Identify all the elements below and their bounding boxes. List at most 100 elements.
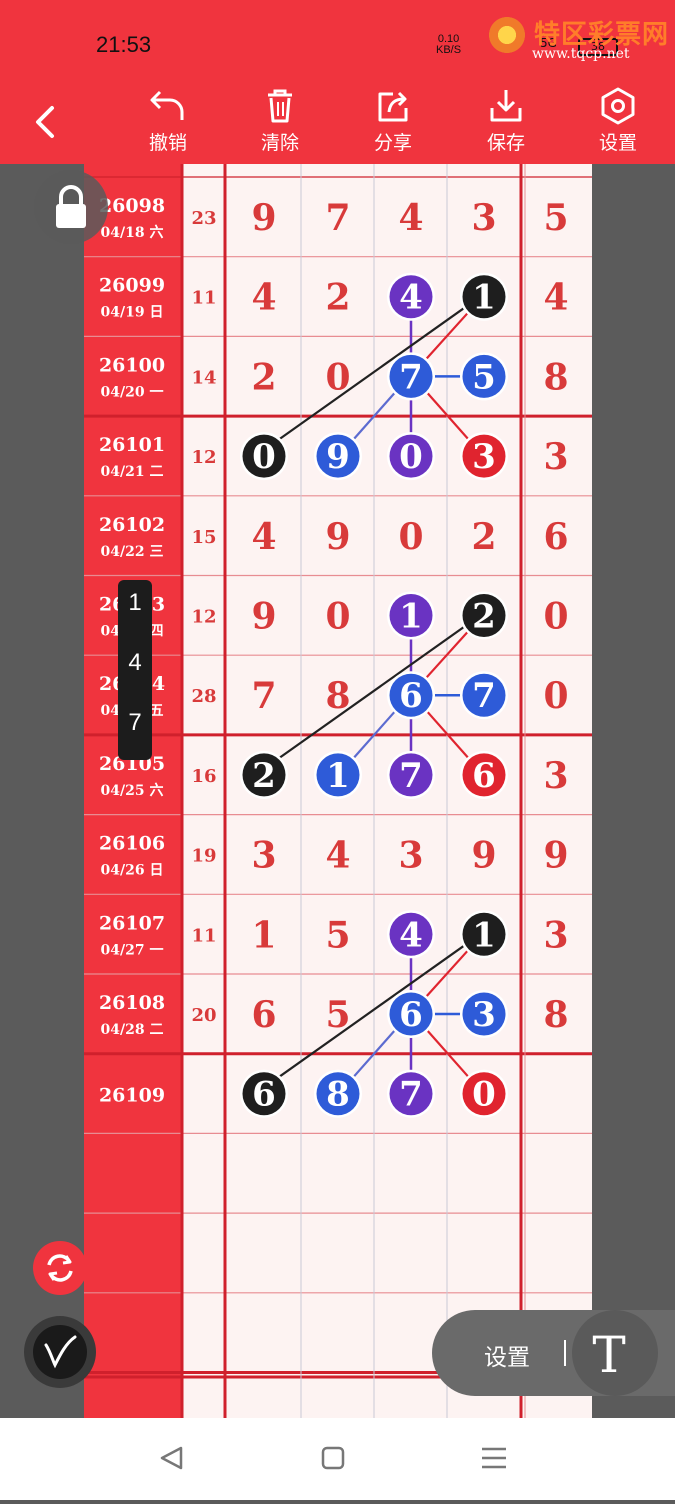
digit-value[interactable]: 2 (471, 516, 496, 558)
digit-value[interactable]: 3 (471, 197, 496, 239)
issue-date: 04/25 六 (101, 782, 164, 799)
download-icon (490, 90, 522, 122)
digit-value[interactable]: 8 (326, 1075, 350, 1115)
watermark-logo-icon (486, 14, 528, 56)
sum-value: 28 (191, 686, 216, 707)
nav-home-icon[interactable] (321, 1446, 345, 1470)
share-icon (378, 91, 408, 122)
back-button[interactable] (28, 102, 64, 142)
digit-value[interactable]: 9 (251, 596, 276, 638)
digit-value[interactable]: 6 (252, 1075, 276, 1115)
digit-value[interactable]: 4 (325, 835, 350, 877)
settings-label: 设置 (598, 132, 637, 154)
issue-date: 04/19 日 (101, 305, 164, 321)
digit-value[interactable]: 6 (251, 994, 276, 1036)
digit-value[interactable]: 1 (472, 278, 496, 318)
undo-button[interactable]: 撤销 (128, 82, 208, 164)
extra-digit: 6 (543, 516, 568, 558)
issue-date: 04/22 三 (101, 544, 164, 560)
digit-value[interactable]: 2 (472, 597, 496, 637)
digit-value[interactable]: 4 (398, 197, 423, 239)
issue-number: 26100 (99, 354, 165, 376)
digit-value[interactable]: 0 (398, 516, 423, 558)
nav-buttons (160, 1446, 506, 1470)
settings-pill[interactable]: 设置 T (432, 1310, 675, 1396)
digit-value[interactable]: 6 (472, 756, 496, 796)
digit-value[interactable]: 7 (251, 675, 276, 717)
sum-value: 15 (191, 527, 216, 548)
grid-canvas[interactable]: 2609804/18 六23 9 7 4 3 52609904/19 日11 4 2 4 1 426… (84, 164, 592, 1418)
digit-value[interactable]: 0 (252, 437, 276, 477)
digit-value[interactable]: 9 (471, 835, 496, 877)
lock-button[interactable] (34, 170, 108, 244)
digit-value[interactable]: 4 (251, 277, 276, 319)
extra-digit: 3 (543, 436, 568, 478)
digit-value[interactable]: 8 (325, 675, 350, 717)
digit-value[interactable]: 6 (399, 995, 423, 1035)
sum-value: 23 (191, 208, 216, 229)
extra-digit: 0 (543, 596, 568, 638)
refresh-button[interactable] (33, 1241, 87, 1295)
selector-number[interactable]: 4 (118, 640, 152, 700)
pill-settings-label[interactable]: 设置 (484, 1338, 530, 1372)
save-button[interactable]: 保存 (466, 82, 546, 164)
extra-digit: 4 (543, 277, 568, 319)
digit-value[interactable]: 1 (399, 597, 423, 637)
issue-number: 26108 (99, 992, 165, 1014)
pen-mode-button[interactable] (24, 1316, 96, 1388)
clear-label: 清除 (260, 132, 299, 154)
share-button[interactable]: 分享 (353, 82, 433, 164)
digit-value[interactable]: 3 (251, 835, 276, 877)
lottery-trend-grid[interactable]: 26098 04/18 六 23 9 7 4 3 5 26099 04/19 日 11 4 2 4 1 4 26… (84, 164, 592, 1418)
digit-value[interactable]: 0 (399, 437, 423, 477)
digit-value[interactable]: 7 (399, 1075, 423, 1115)
issue-date: 04/20 一 (101, 384, 164, 400)
digit-value[interactable]: 2 (251, 356, 276, 398)
issue-date: 04/21 二 (101, 464, 164, 480)
digit-value[interactable]: 9 (251, 197, 276, 239)
digit-value[interactable]: 7 (472, 676, 496, 716)
toolbar: 撤销 清除 分享 保存 设置 (0, 82, 675, 164)
digit-value[interactable]: 3 (472, 437, 496, 477)
digit-value[interactable]: 3 (472, 995, 496, 1035)
clear-button[interactable]: 清除 (240, 82, 320, 164)
digit-value[interactable]: 9 (325, 516, 350, 558)
issue-date: 04/28 二 (101, 1022, 164, 1038)
issue-number: 26099 (99, 275, 165, 297)
digit-value[interactable]: 0 (472, 1075, 496, 1115)
lock-icon (56, 185, 86, 228)
digit-value[interactable]: 0 (325, 356, 350, 398)
digit-value[interactable]: 4 (399, 915, 423, 955)
digit-value[interactable]: 5 (325, 914, 350, 956)
svg-text:T: T (592, 1326, 625, 1384)
pen-button-inner (33, 1325, 87, 1379)
extra-digit: 9 (543, 835, 568, 877)
undo-icon (150, 90, 184, 120)
digit-value[interactable]: 3 (398, 835, 423, 877)
digit-value[interactable]: 7 (399, 357, 423, 397)
chevron-left-icon (36, 106, 54, 138)
text-tool-button[interactable]: T (572, 1310, 658, 1396)
nav-menu-icon[interactable] (482, 1447, 506, 1469)
undo-label: 撤销 (148, 132, 187, 154)
digit-value[interactable]: 4 (251, 516, 276, 558)
digit-value[interactable]: 2 (325, 277, 350, 319)
digit-value[interactable]: 9 (326, 437, 350, 477)
digit-value[interactable]: 1 (251, 914, 276, 956)
selector-number[interactable]: 7 (118, 700, 152, 760)
digit-value[interactable]: 4 (399, 278, 423, 318)
digit-value[interactable]: 2 (252, 756, 276, 796)
digit-value[interactable]: 7 (399, 756, 423, 796)
number-selector-popup[interactable]: 1 4 7 (118, 580, 152, 760)
digit-value[interactable]: 5 (472, 357, 496, 397)
nav-back-icon[interactable] (160, 1446, 183, 1470)
digit-value[interactable]: 6 (399, 676, 423, 716)
settings-button[interactable]: 设置 (578, 82, 658, 164)
digit-value[interactable]: 5 (325, 994, 350, 1036)
digit-value[interactable]: 7 (325, 197, 350, 239)
digit-value[interactable]: 0 (325, 596, 350, 638)
pen-signature-icon (44, 1335, 77, 1369)
digit-value[interactable]: 1 (472, 915, 496, 955)
selector-number[interactable]: 1 (118, 580, 152, 640)
digit-value[interactable]: 1 (326, 756, 350, 796)
